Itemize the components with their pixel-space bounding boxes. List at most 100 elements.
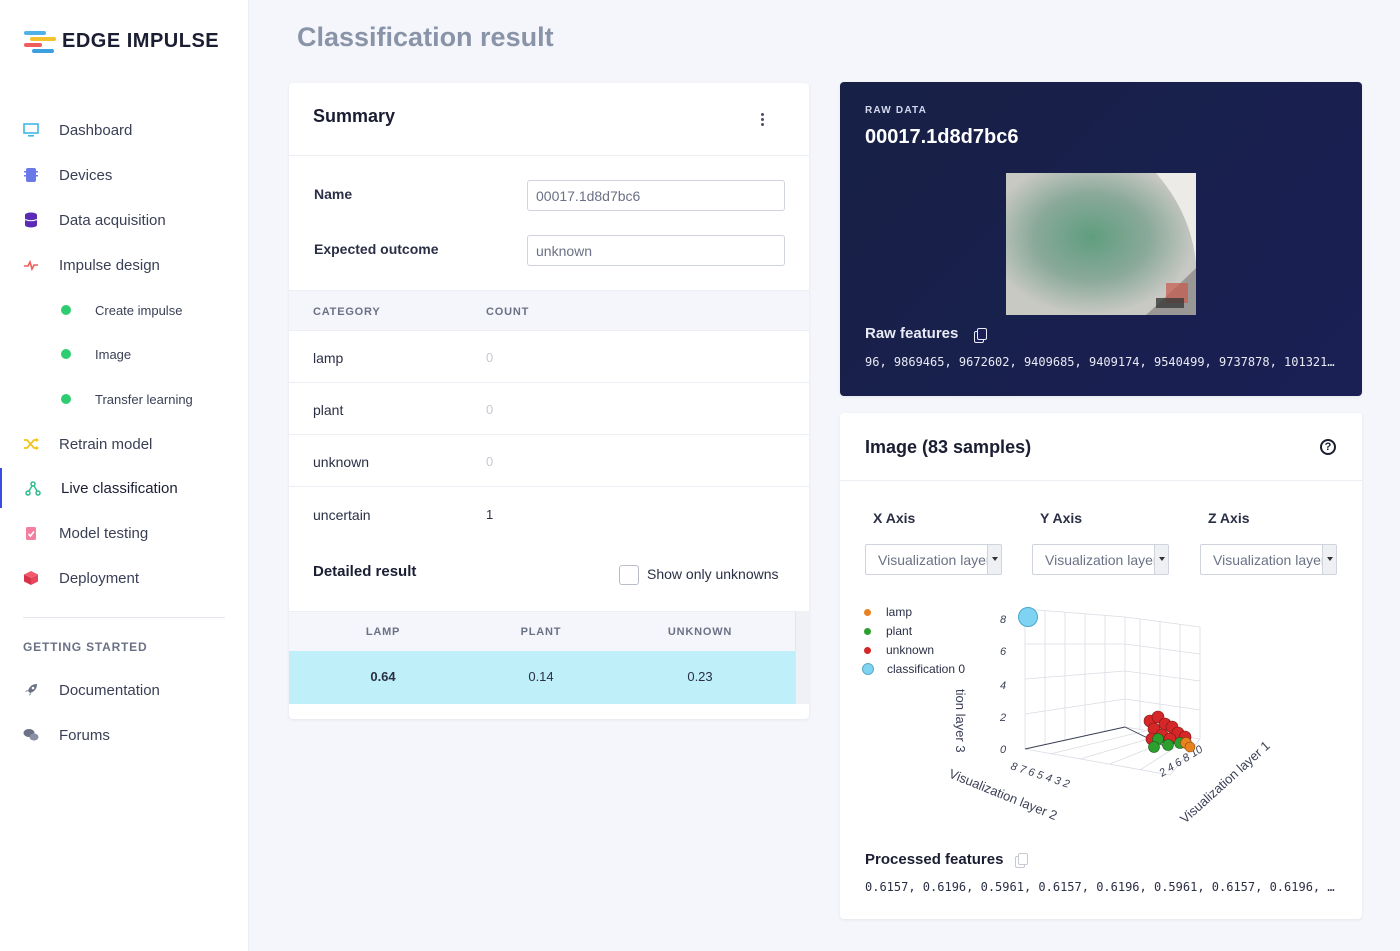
category-table-header: CATEGORY COUNT xyxy=(289,290,809,331)
z-axis-title: tion layer 3 xyxy=(953,689,968,753)
legend-item-unknown[interactable]: unknown xyxy=(864,643,934,657)
chevron-down-icon xyxy=(1154,545,1168,574)
expected-outcome-input[interactable] xyxy=(527,235,785,266)
unknown-column-header: UNKNOWN xyxy=(667,626,733,638)
monitor-icon xyxy=(23,123,39,137)
sidebar-item-model-testing[interactable]: Model testing xyxy=(0,513,249,553)
category-column-header: CATEGORY xyxy=(313,306,381,318)
sidebar-item-transfer-learning[interactable]: Transfer learning xyxy=(0,379,249,419)
sidebar-item-label: Create impulse xyxy=(95,302,183,318)
sidebar-item-dashboard[interactable]: Dashboard xyxy=(0,110,249,150)
sidebar-item-forums[interactable]: Forums xyxy=(0,715,249,755)
feature-explorer-title: Image (83 samples) xyxy=(865,437,1032,457)
z-tick-label: 8 xyxy=(1000,614,1007,626)
raw-features-label: Raw features xyxy=(865,325,959,342)
more-options-icon[interactable] xyxy=(761,113,765,127)
category-cell: lamp xyxy=(313,350,344,366)
legend-label: plant xyxy=(886,624,913,638)
x-axis-label: X Axis xyxy=(873,510,916,526)
z-tick-label: 0 xyxy=(1000,744,1007,756)
result-row[interactable]: 0.64 0.14 0.23 xyxy=(289,651,795,704)
copy-icon[interactable] xyxy=(974,328,987,343)
plant-score: 0.14 xyxy=(528,669,554,684)
sidebar-item-data-acquisition[interactable]: Data acquisition xyxy=(0,200,249,240)
y-axis-label: Y Axis xyxy=(1040,510,1083,526)
show-only-unknowns-checkbox[interactable] xyxy=(619,565,639,585)
name-input[interactable] xyxy=(527,180,785,211)
chat-bubbles-icon xyxy=(23,729,39,741)
legend-item-lamp[interactable]: lamp xyxy=(864,605,912,619)
y-tick-labels: 8 7 6 5 4 3 2 xyxy=(1009,760,1071,790)
app-name: EDGE IMPULSE xyxy=(62,30,220,52)
sidebar-item-retrain-model[interactable]: Retrain model xyxy=(0,424,249,464)
help-icon[interactable]: ? xyxy=(1320,439,1336,455)
show-only-unknowns-label[interactable]: Show only unknowns xyxy=(647,566,779,582)
raw-data-kicker: RAW DATA xyxy=(865,105,927,116)
status-dot-icon xyxy=(61,349,71,359)
summary-card: Summary Name Expected outcome CATEGORY C… xyxy=(289,83,809,719)
x-axis-select-value: Visualization layer 1 xyxy=(878,552,1002,568)
x-axis-select[interactable]: Visualization layer 1 xyxy=(865,544,1002,575)
legend-swatch xyxy=(864,627,871,635)
unknown-score: 0.23 xyxy=(687,669,713,684)
sidebar-item-impulse-design[interactable]: Impulse design xyxy=(0,245,249,285)
count-cell: 1 xyxy=(486,507,494,522)
z-axis-select[interactable]: Visualization layer 3 xyxy=(1200,544,1337,575)
raw-data-title: 00017.1d8d7bc6 xyxy=(865,126,1019,148)
result-scrollbar[interactable] xyxy=(795,611,809,704)
sidebar-item-create-impulse[interactable]: Create impulse xyxy=(0,290,249,330)
lamp-score: 0.64 xyxy=(370,669,396,684)
database-icon xyxy=(24,212,38,228)
legend-swatch xyxy=(862,663,874,675)
z-axis-label: Z Axis xyxy=(1208,510,1250,526)
z-tick-label: 4 xyxy=(1000,680,1006,692)
count-cell: 0 xyxy=(486,350,494,365)
category-cell: uncertain xyxy=(313,507,371,523)
raw-data-card: RAW DATA 00017.1d8d7bc6 Raw features 96,… xyxy=(840,82,1362,396)
summary-divider xyxy=(289,155,809,156)
sidebar-divider xyxy=(23,617,225,618)
legend-label: lamp xyxy=(886,605,913,619)
sidebar-item-label: Impulse design xyxy=(59,256,160,274)
sidebar-item-documentation[interactable]: Documentation xyxy=(0,670,249,710)
sidebar-item-label: Forums xyxy=(59,726,110,744)
legend-item-plant[interactable]: plant xyxy=(864,624,912,638)
category-cell: plant xyxy=(313,402,344,418)
feature-explorer-divider xyxy=(840,480,1362,481)
lamp-column-header: LAMP xyxy=(365,626,401,638)
3d-scatter-plot[interactable]: 0 2 4 6 8 8 7 6 5 4 3 2 2 4 6 8 10 tion … xyxy=(940,599,1300,829)
result-table-header: LAMP PLANT UNKNOWN xyxy=(289,611,795,651)
copy-icon[interactable] xyxy=(1015,853,1028,868)
sidebar-item-label: Deployment xyxy=(59,569,140,587)
lamp-points xyxy=(1180,737,1196,753)
sidebar-item-deployment[interactable]: Deployment xyxy=(0,558,249,598)
category-cell: unknown xyxy=(313,454,370,470)
sidebar-item-label: Documentation xyxy=(59,681,160,699)
sidebar-item-image[interactable]: Image xyxy=(0,334,249,374)
clipboard-check-icon xyxy=(26,527,36,540)
sidebar-section-heading: GETTING STARTED xyxy=(23,640,148,654)
y-axis-select-value: Visualization layer 2 xyxy=(1045,552,1169,568)
detailed-result-title: Detailed result xyxy=(313,563,417,580)
table-row: lamp 0 xyxy=(289,331,809,383)
table-row: plant 0 xyxy=(289,383,809,435)
count-cell: 0 xyxy=(486,402,494,417)
classification-point[interactable] xyxy=(1018,607,1038,627)
z-axis-select-value: Visualization layer 3 xyxy=(1213,552,1337,568)
logo[interactable]: EDGE IMPULSE xyxy=(24,30,219,53)
z-tick-label: 2 xyxy=(999,712,1006,724)
y-axis-select[interactable]: Visualization layer 2 xyxy=(1032,544,1169,575)
processed-features-values: 0.6157, 0.6196, 0.5961, 0.6157, 0.6196, … xyxy=(865,880,1335,894)
sidebar-item-devices[interactable]: Devices xyxy=(0,155,249,195)
summary-title: Summary xyxy=(313,106,396,126)
sidebar-item-label: Retrain model xyxy=(59,435,153,453)
sidebar-item-label: Image xyxy=(95,346,132,362)
sidebar-item-live-classification[interactable]: Live classification xyxy=(0,468,249,508)
feature-explorer-card: Image (83 samples) ? X Axis Y Axis Z Axi… xyxy=(840,413,1362,919)
chevron-down-icon xyxy=(1322,545,1336,574)
sidebar-item-label: Model testing xyxy=(59,524,149,542)
legend-swatch xyxy=(864,608,871,616)
plant-column-header: PLANT xyxy=(520,626,562,638)
count-cell: 0 xyxy=(486,454,494,469)
count-column-header: COUNT xyxy=(486,306,530,318)
